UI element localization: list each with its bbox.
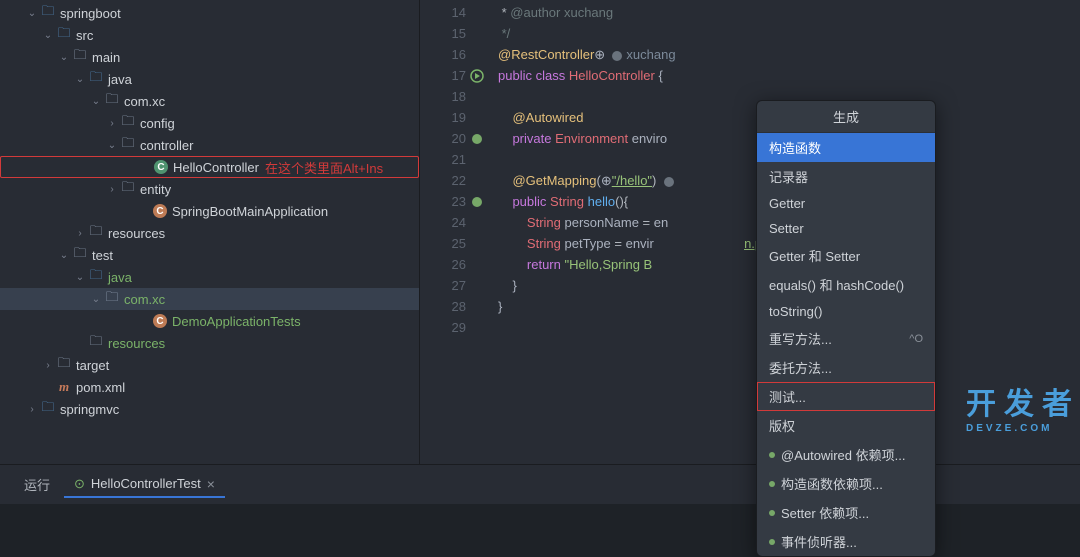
twisty-icon[interactable]: ⌄ [104,140,120,151]
tree-item[interactable]: ⌄🗀com.xc [0,90,419,112]
generate-menu-item[interactable]: Getter 和 Setter [757,241,935,270]
run-tab[interactable]: 运行 [14,471,60,498]
twisty-icon[interactable]: ⌄ [56,52,72,63]
code-line[interactable]: */ [498,23,1080,44]
tree-item[interactable]: CHelloController在这个类里面Alt+Ins [0,156,419,178]
tree-item[interactable]: CSpringBootMainApplication [0,200,419,222]
project-tree[interactable]: ⌄🗀springboot⌄🗀src⌄🗀main⌄🗀java⌄🗀com.xc›🗀c… [0,0,420,464]
twisty-icon[interactable]: ⌄ [88,96,104,107]
tree-item[interactable]: ⌄🗀src [0,24,419,46]
generate-menu-item[interactable]: 测试... [757,382,935,411]
twisty-icon[interactable]: ⌄ [72,272,88,283]
tree-item[interactable]: ›🗀target [0,354,419,376]
twisty-icon[interactable]: ⌄ [56,250,72,261]
code-line[interactable]: public class HelloController { [498,65,1080,86]
twisty-icon[interactable]: › [104,118,120,129]
test-tab[interactable]: ⊙ HelloControllerTest × [64,472,225,498]
generate-menu-item[interactable]: 记录器 [757,162,935,191]
watermark: 开发者 DEVZE.COM [966,379,1080,434]
twisty-icon[interactable]: ⌄ [88,294,104,305]
tree-item[interactable]: ⌄🗀java [0,266,419,288]
twisty-icon[interactable]: ⌄ [40,30,56,41]
twisty-icon[interactable]: › [40,360,56,371]
tree-item[interactable]: 🗀resources [0,332,419,354]
generate-menu-item[interactable]: Setter [757,216,935,241]
tree-item[interactable]: ⌄🗀test [0,244,419,266]
tree-item[interactable]: ›🗀resources [0,222,419,244]
tree-item[interactable]: ›🗀springmvc [0,398,419,420]
generate-menu-item[interactable]: 重写方法...^O [757,324,935,353]
tree-item[interactable]: ›🗀config [0,112,419,134]
twisty-icon[interactable]: › [24,404,40,415]
generate-menu-item[interactable]: toString() [757,299,935,324]
twisty-icon[interactable]: ⌄ [24,8,40,19]
tree-item[interactable]: ›🗀entity [0,178,419,200]
generate-menu-item[interactable]: 委托方法... [757,353,935,382]
generate-menu-item[interactable]: Setter 依赖项... [757,498,935,527]
tree-item[interactable]: ⌄🗀java [0,68,419,90]
generate-menu-item[interactable]: Getter [757,191,935,216]
code-editor[interactable]: 14151617181920212223242526272829 * @auth… [420,0,1080,464]
twisty-icon[interactable]: › [72,228,88,239]
code-line[interactable]: @RestController⊕ xuchang [498,44,1080,65]
tree-item[interactable]: ⌄🗀main [0,46,419,68]
generate-menu-item[interactable]: 事件侦听器... [757,527,935,556]
twisty-icon[interactable]: › [104,184,120,195]
close-icon[interactable]: × [207,476,215,492]
generate-menu-item[interactable]: @Autowired 依赖项... [757,440,935,469]
generate-menu-item[interactable]: 构造函数依赖项... [757,469,935,498]
tree-item[interactable]: ⌄🗀controller [0,134,419,156]
generate-menu-item[interactable]: 构造函数 [757,133,935,162]
generate-menu-item[interactable]: equals() 和 hashCode() [757,270,935,299]
tree-item[interactable]: ⌄🗀springboot [0,2,419,24]
generate-popup: 生成 构造函数记录器GetterSetterGetter 和 Setterequ… [756,100,936,557]
popup-title: 生成 [757,101,935,133]
twisty-icon[interactable]: ⌄ [72,74,88,85]
tree-item[interactable]: ⌄🗀com.xc [0,288,419,310]
generate-menu-item[interactable]: 版权 [757,411,935,440]
tree-item[interactable]: CDemoApplicationTests [0,310,419,332]
tree-item[interactable]: mpom.xml [0,376,419,398]
code-line[interactable]: * @author xuchang [498,2,1080,23]
